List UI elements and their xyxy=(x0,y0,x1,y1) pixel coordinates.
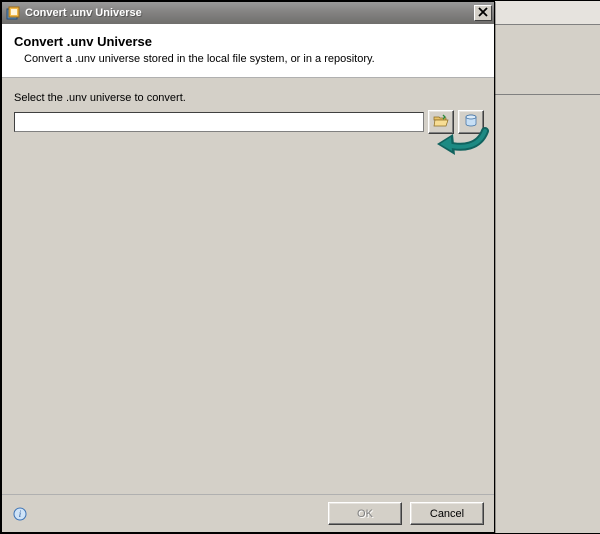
universe-path-input[interactable] xyxy=(14,112,424,132)
titlebar: Convert .unv Universe xyxy=(2,2,494,24)
background-panel-header xyxy=(495,1,600,25)
close-icon xyxy=(478,7,488,20)
input-row xyxy=(14,110,484,134)
folder-open-icon xyxy=(433,113,449,132)
cancel-button[interactable]: Cancel xyxy=(410,502,484,525)
help-icon[interactable]: i xyxy=(12,506,28,522)
dialog-header: Convert .unv Universe Convert a .unv uni… xyxy=(2,24,494,78)
repository-icon xyxy=(463,113,479,132)
browse-repository-button[interactable] xyxy=(458,110,484,134)
dialog-body: Select the .unv universe to convert. xyxy=(2,78,494,494)
convert-unv-dialog: Convert .unv Universe Convert .unv Unive… xyxy=(1,1,495,533)
close-button[interactable] xyxy=(474,5,492,21)
background-panel-separator xyxy=(495,94,600,95)
dialog-footer: i OK Cancel xyxy=(2,494,494,532)
window-title: Convert .unv Universe xyxy=(25,7,474,19)
prompt-label: Select the .unv universe to convert. xyxy=(14,92,484,104)
ok-button: OK xyxy=(328,502,402,525)
dialog-title: Convert .unv Universe xyxy=(14,34,484,49)
background-panel xyxy=(494,1,600,533)
app-icon xyxy=(5,5,21,21)
dialog-description: Convert a .unv universe stored in the lo… xyxy=(24,53,484,65)
browse-local-button[interactable] xyxy=(428,110,454,134)
